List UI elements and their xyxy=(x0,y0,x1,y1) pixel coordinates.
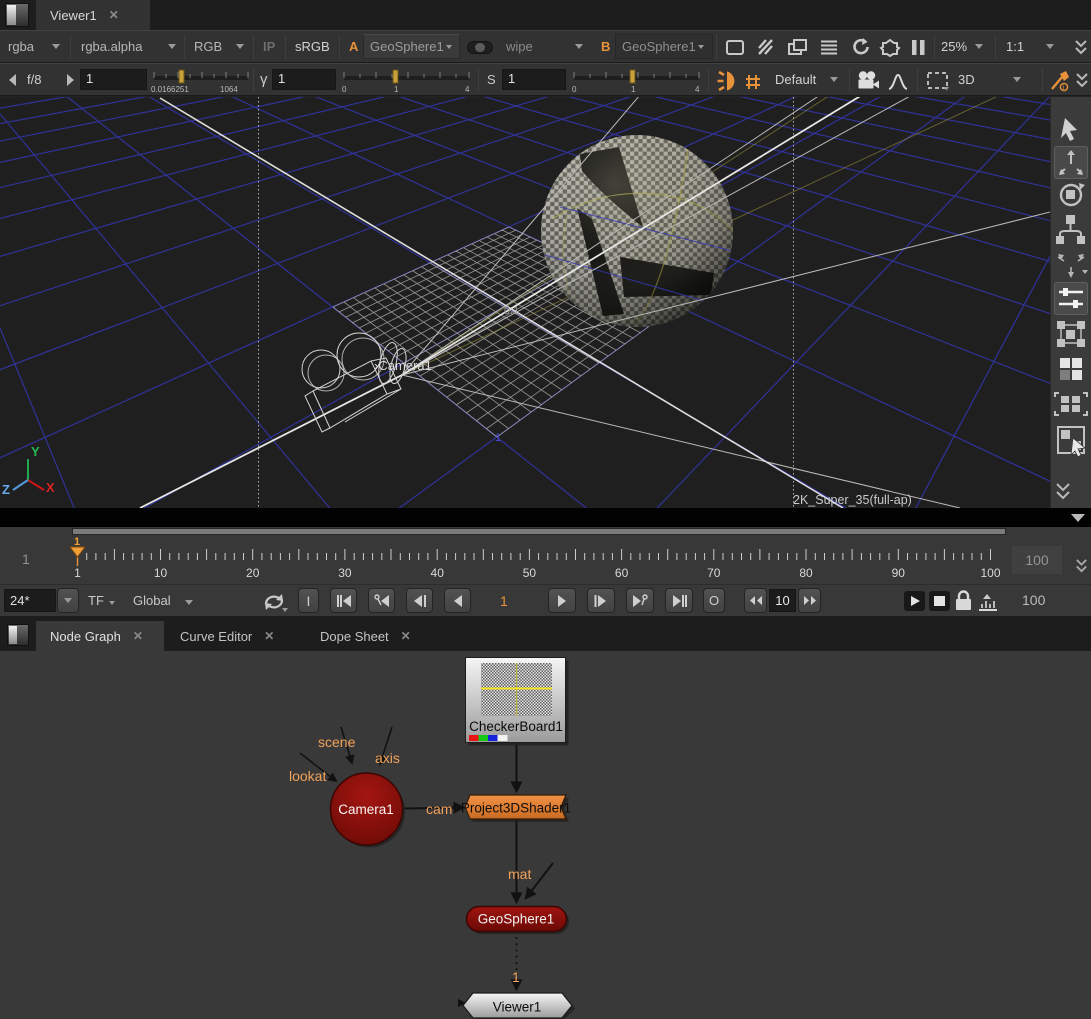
svg-text:scene: scene xyxy=(318,734,356,750)
svg-text:1: 1 xyxy=(512,969,520,985)
svg-text:1: 1 xyxy=(495,432,501,444)
svg-text:0.1: 0.1 xyxy=(504,305,519,317)
svg-text:50: 50 xyxy=(523,566,537,580)
svg-text:CheckerBoard1: CheckerBoard1 xyxy=(469,719,563,734)
svg-text:80: 80 xyxy=(799,566,813,580)
svg-text:40: 40 xyxy=(431,566,445,580)
svg-text:axis: axis xyxy=(375,750,400,766)
svg-text:4: 4 xyxy=(465,85,470,94)
svg-text:10: 10 xyxy=(154,566,168,580)
svg-text:1: 1 xyxy=(74,536,80,548)
svg-text:Camera1: Camera1 xyxy=(338,802,394,817)
svg-text:lookat: lookat xyxy=(289,768,326,784)
svg-text:70: 70 xyxy=(707,566,721,580)
svg-text:30: 30 xyxy=(338,566,352,580)
svg-text:cam: cam xyxy=(426,801,452,817)
svg-text:›Camera1: ›Camera1 xyxy=(374,358,432,373)
svg-text:0: 0 xyxy=(572,85,577,94)
svg-text:GeoSphere1: GeoSphere1 xyxy=(478,912,555,927)
svg-text:1: 1 xyxy=(394,85,399,94)
svg-text:Z: Z xyxy=(2,482,10,497)
svg-text:mat: mat xyxy=(508,866,531,882)
svg-text:1: 1 xyxy=(631,85,636,94)
svg-text:2K_Super_35(full-ap): 2K_Super_35(full-ap) xyxy=(793,493,912,507)
svg-text:1: 1 xyxy=(74,566,81,580)
svg-text:Project3DShader1: Project3DShader1 xyxy=(461,801,571,816)
svg-text:Viewer1: Viewer1 xyxy=(493,1000,542,1015)
svg-text:0: 0 xyxy=(342,85,347,94)
svg-text:0.0166251: 0.0166251 xyxy=(151,85,189,94)
svg-text:60: 60 xyxy=(615,566,629,580)
svg-text:X: X xyxy=(46,480,55,495)
svg-text:1064: 1064 xyxy=(220,85,238,94)
svg-text:100: 100 xyxy=(980,566,1000,580)
svg-text:4: 4 xyxy=(695,85,700,94)
svg-text:20: 20 xyxy=(246,566,260,580)
svg-text:Y: Y xyxy=(31,444,40,459)
svg-text:90: 90 xyxy=(892,566,906,580)
